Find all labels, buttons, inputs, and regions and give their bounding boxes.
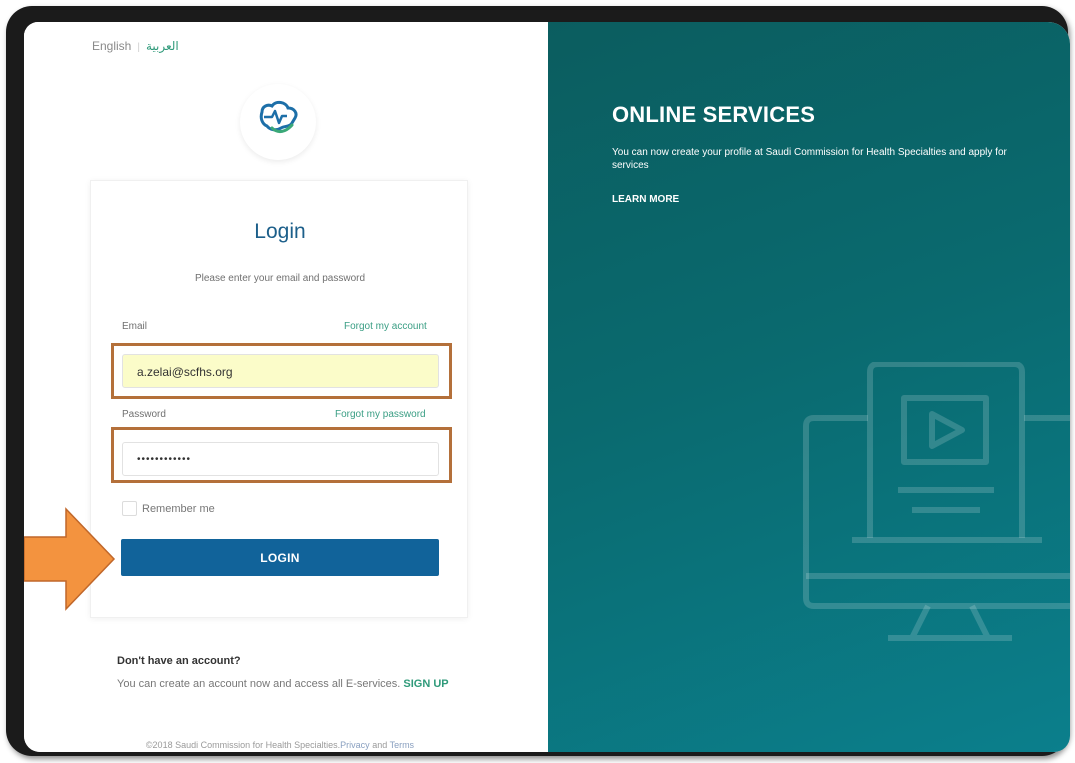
password-field[interactable]: •••••••••••• (122, 442, 439, 476)
scfhs-logo (240, 84, 316, 160)
login-button[interactable]: LOGIN (121, 539, 439, 576)
scfhs-logo-icon (259, 100, 298, 134)
forgot-password-link[interactable]: Forgot my password (335, 409, 426, 420)
language-separator: | (137, 42, 140, 53)
signup-heading: Don't have an account? (117, 655, 241, 667)
footer-copyright: ©2018 Saudi Commission for Health Specia… (145, 740, 341, 750)
email-field[interactable]: a.zelai@scfhs.org (122, 354, 439, 388)
footer-and: and (372, 740, 388, 750)
login-title: Login (254, 220, 306, 243)
remember-me-label[interactable]: Remember me (142, 503, 215, 515)
online-services-pane: ONLINE SERVICES You can now create your … (548, 22, 1070, 752)
remember-me-checkbox[interactable] (122, 501, 137, 516)
promo-text: You can now create your profile at Saudi… (612, 147, 1007, 171)
password-label: Password (122, 409, 166, 420)
arrow-right-icon (24, 507, 116, 611)
forgot-account-link[interactable]: Forgot my account (344, 321, 427, 332)
terms-link[interactable]: Terms (390, 740, 415, 750)
signup-link[interactable]: SIGN UP (403, 678, 448, 690)
signup-description: You can create an account now and access… (117, 678, 401, 690)
computer-video-icon (803, 362, 1070, 641)
signup-text: You can create an account now and access… (117, 677, 457, 692)
language-switcher: English | العربية (92, 39, 179, 53)
promo-title: ONLINE SERVICES (612, 102, 816, 127)
learn-more-link[interactable]: LEARN MORE (612, 194, 679, 205)
browser-screen: English | العربية Login Please enter your … (24, 22, 1070, 752)
login-subtitle: Please enter your email and password (194, 273, 366, 284)
email-label: Email (122, 321, 148, 332)
privacy-link[interactable]: Privacy (340, 740, 370, 750)
language-arabic[interactable]: العربية (146, 39, 179, 53)
login-pane: English | العربية Login Please enter your … (24, 22, 548, 752)
language-english[interactable]: English (92, 39, 131, 53)
footer: ©2018 Saudi Commission for Health Specia… (24, 740, 536, 750)
